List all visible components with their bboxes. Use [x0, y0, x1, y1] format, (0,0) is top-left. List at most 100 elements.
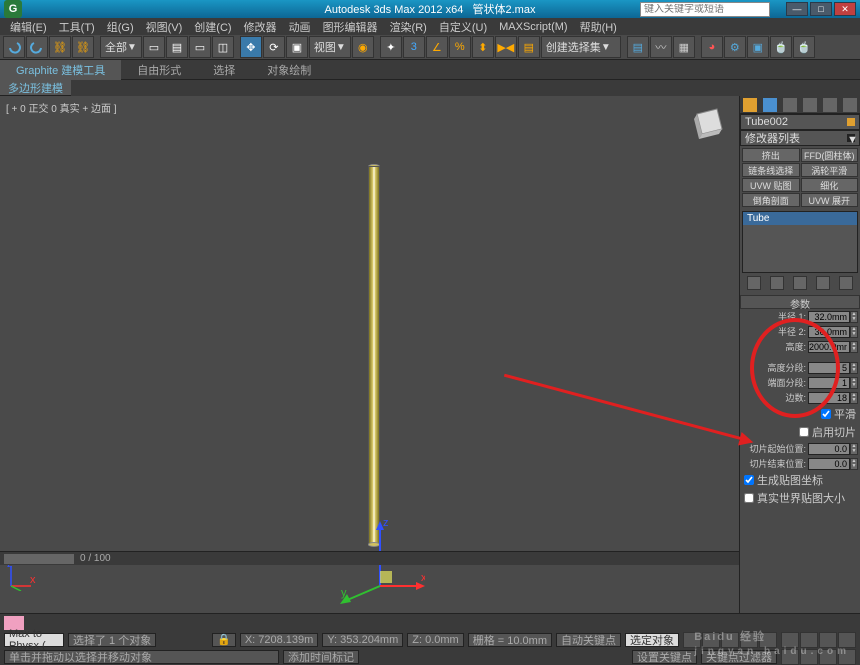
modifier-stack[interactable]: Tube [742, 211, 858, 273]
btn-extrude[interactable]: 挤出 [742, 148, 800, 162]
prev-frame-icon[interactable] [702, 632, 720, 648]
angle-snap-button[interactable]: ∠ [426, 36, 448, 58]
keyfilter-button[interactable]: 关键点过滤器 [701, 650, 777, 664]
radius2-spinner[interactable]: ▲▼ [808, 326, 858, 338]
rollout-header[interactable]: 参数 [740, 295, 860, 309]
height-spinner[interactable]: ▲▼ [808, 341, 858, 353]
maxview-icon[interactable] [838, 632, 856, 648]
undo-button[interactable] [3, 36, 25, 58]
menu-render[interactable]: 渲染(R) [384, 19, 433, 35]
help-search-input[interactable] [641, 4, 769, 15]
schematic-button[interactable]: ▦ [673, 36, 695, 58]
pan-icon[interactable] [781, 632, 799, 648]
tab-freeform[interactable]: 自由形式 [121, 60, 197, 80]
restore-button[interactable]: □ [810, 2, 832, 16]
menu-custom[interactable]: 自定义(U) [433, 19, 493, 35]
menu-graph[interactable]: 图形编辑器 [317, 19, 384, 35]
select-scale-button[interactable]: ▣ [286, 36, 308, 58]
redo-button[interactable] [26, 36, 48, 58]
layer-button[interactable]: ▤ [627, 36, 649, 58]
menu-modifiers[interactable]: 修改器 [238, 19, 283, 35]
percent-snap-button[interactable]: % [449, 36, 471, 58]
manipulate-button[interactable]: ✦ [380, 36, 402, 58]
next-frame-icon[interactable] [740, 632, 758, 648]
snap-toggle-button[interactable]: 3 [403, 36, 425, 58]
minimize-button[interactable]: — [786, 2, 808, 16]
subtab-polymodel[interactable]: 多边形建模 [0, 80, 71, 96]
menu-maxscript[interactable]: MAXScript(M) [493, 21, 573, 33]
region-zoom-icon[interactable] [838, 649, 856, 665]
tube-object[interactable] [368, 166, 380, 546]
setkey-button[interactable]: 设置关键点 [632, 650, 697, 664]
remove-mod-icon[interactable] [816, 276, 830, 290]
menu-edit[interactable]: 编辑(E) [4, 19, 53, 35]
pin-stack-icon[interactable] [747, 276, 761, 290]
tab-selection[interactable]: 选择 [197, 60, 251, 80]
realworld-checkbox[interactable] [744, 493, 754, 503]
btn-uvwunwrap[interactable]: UVW 展开 [801, 193, 859, 207]
select-region-button[interactable]: ▭ [189, 36, 211, 58]
use-pivot-button[interactable]: ◉ [352, 36, 374, 58]
create-tab-icon[interactable] [743, 98, 757, 112]
window-crossing-button[interactable]: ◫ [212, 36, 234, 58]
add-time-tag[interactable]: 添加时间标记 [283, 650, 359, 664]
unlink-button[interactable]: ⛓ [72, 36, 94, 58]
link-button[interactable]: ⛓ [49, 36, 71, 58]
select-object-button[interactable]: ▭ [143, 36, 165, 58]
stack-tube[interactable]: Tube [743, 212, 857, 225]
maxscript-mini[interactable]: Max to Physx ( [4, 633, 64, 647]
close-button[interactable]: ✕ [834, 2, 856, 16]
unique-icon[interactable] [793, 276, 807, 290]
hierarchy-tab-icon[interactable] [783, 98, 797, 112]
btn-turbosmooth[interactable]: 涡轮平滑 [801, 163, 859, 177]
render-setup-button[interactable]: ⚙ [724, 36, 746, 58]
genmap-checkbox[interactable] [744, 475, 754, 485]
named-sel-set[interactable]: 创建选择集 ▼ [541, 36, 621, 58]
configure-sets-icon[interactable] [839, 276, 853, 290]
lock-icon[interactable]: 🔒 [212, 633, 236, 647]
time-slider[interactable] [4, 554, 74, 564]
render-frame-button[interactable]: ▣ [747, 36, 769, 58]
capsegs-spinner[interactable]: ▲▼ [808, 377, 858, 389]
zoom-icon[interactable] [819, 632, 837, 648]
slice-checkbox[interactable] [799, 427, 809, 437]
spinner-snap-button[interactable]: ⬍ [472, 36, 494, 58]
material-editor-button[interactable]: ◕ [701, 36, 723, 58]
play-icon[interactable] [721, 632, 739, 648]
goto-end-icon[interactable] [759, 632, 777, 648]
btn-tessellate[interactable]: 细化 [801, 178, 859, 192]
menu-animation[interactable]: 动画 [283, 19, 317, 35]
ref-coord-dropdown[interactable]: 视图 ▼ [309, 36, 351, 58]
coord-z[interactable]: Z: 0.0mm [407, 633, 463, 647]
autokey-button[interactable]: 自动关键点 [556, 633, 621, 647]
show-end-icon[interactable] [770, 276, 784, 290]
viewcube[interactable] [687, 104, 727, 144]
slicefrom-spinner[interactable]: ▲▼ [808, 443, 858, 455]
menu-group[interactable]: 组(G) [101, 19, 140, 35]
coord-y[interactable]: Y: 353.204mm [322, 633, 403, 647]
key-filter-dropdown[interactable]: 选定对象 [625, 633, 679, 647]
object-name-field[interactable]: Tube002 [740, 114, 860, 130]
select-by-name-button[interactable]: ▤ [166, 36, 188, 58]
select-move-button[interactable]: ✥ [240, 36, 262, 58]
viewport-label[interactable]: [ + 0 正交 0 真实 + 边面 ] [6, 100, 117, 115]
quick-render-button[interactable]: 🍵 [793, 36, 815, 58]
timeline[interactable]: 0 / 100 [0, 551, 739, 565]
display-tab-icon[interactable] [823, 98, 837, 112]
select-rotate-button[interactable]: ⟳ [263, 36, 285, 58]
tab-graphite[interactable]: Graphite 建模工具 [0, 60, 121, 80]
menu-help[interactable]: 帮助(H) [574, 19, 623, 35]
selection-filter[interactable]: 全部 ▼ [100, 36, 142, 58]
btn-linkedxform[interactable]: 链条线选择 [742, 163, 800, 177]
btn-ffd[interactable]: FFD(圆柱体) [801, 148, 859, 162]
align-button[interactable]: ▤ [518, 36, 540, 58]
fov-icon[interactable] [819, 649, 837, 665]
orbit-icon[interactable] [800, 632, 818, 648]
goto-start-icon[interactable] [683, 632, 701, 648]
menu-views[interactable]: 视图(V) [140, 19, 189, 35]
sliceto-spinner[interactable]: ▲▼ [808, 458, 858, 470]
tab-objectpaint[interactable]: 对象绘制 [251, 60, 327, 80]
radius1-spinner[interactable]: ▲▼ [808, 311, 858, 323]
coord-x[interactable]: X: 7208.139m [240, 633, 319, 647]
curve-editor-button[interactable]: 〰 [650, 36, 672, 58]
